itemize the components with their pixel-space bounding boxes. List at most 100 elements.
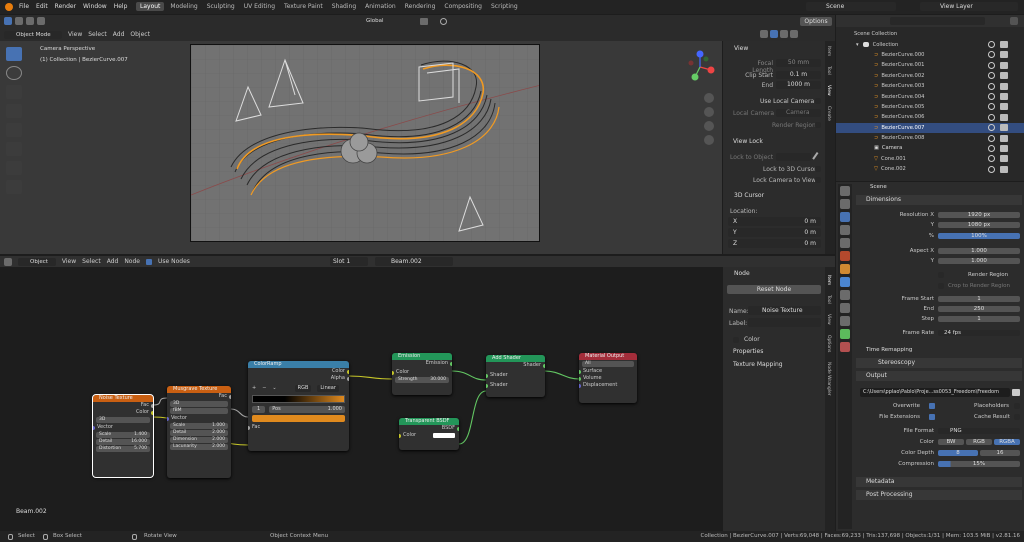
shader-type-selector[interactable]: Object <box>18 257 56 266</box>
camera-render-icon[interactable] <box>1000 103 1008 111</box>
color-checkbox[interactable] <box>733 336 739 343</box>
node-menu-add[interactable]: Add <box>107 258 119 265</box>
view-layer-tab-icon[interactable] <box>840 225 850 235</box>
camera-render-icon[interactable] <box>1000 41 1008 48</box>
cursor-x-field[interactable]: X0 m <box>728 217 821 226</box>
output-path-field[interactable]: C:\Users\pplao\Pablo\Proje...ss0053_Free… <box>860 388 1010 397</box>
node-add-shader[interactable]: Add Shader Shader Shader Shader <box>486 355 545 397</box>
object-tab-icon[interactable] <box>840 264 850 274</box>
texture-mapping-subpanel[interactable]: Texture Mapping <box>733 361 783 368</box>
outliner-item[interactable]: ⊃ BezierCurve.002 <box>836 71 1024 81</box>
outliner-item[interactable]: ⊃ BezierCurve.000 <box>836 50 1024 60</box>
color-swatch[interactable] <box>433 433 455 438</box>
socket[interactable] <box>399 433 401 438</box>
add-stop-icon[interactable]: + <box>252 385 256 392</box>
output-panel-header[interactable]: Output <box>856 371 1022 381</box>
resolution-y-field[interactable]: 1080 px <box>938 222 1020 228</box>
cache-result-checkbox[interactable] <box>1014 414 1020 420</box>
eye-icon[interactable] <box>988 41 995 48</box>
eye-icon[interactable] <box>988 165 995 173</box>
outliner-item[interactable]: ⊃ BezierCurve.008 <box>836 133 1024 143</box>
solid-shading-icon[interactable] <box>770 30 778 38</box>
clip-end-field[interactable]: 1000 m <box>776 81 821 89</box>
frame-rate-dropdown[interactable]: 24 fps <box>938 330 1020 336</box>
tab-modeling[interactable]: Modeling <box>167 2 200 11</box>
socket[interactable] <box>167 416 169 421</box>
proportional-edit-icon[interactable] <box>440 18 447 25</box>
detail-field[interactable]: Detail 2.000 <box>170 430 228 436</box>
options-button[interactable]: Options <box>800 17 832 26</box>
dimension-field[interactable]: Dimension 2.000 <box>170 437 228 443</box>
distortion-field[interactable]: Distortion 5.700 <box>96 446 150 452</box>
menu-window[interactable]: Window <box>83 3 107 10</box>
outliner-item[interactable]: ⊃ BezierCurve.005 <box>836 102 1024 112</box>
color-rgb-button[interactable]: RGB <box>966 439 992 445</box>
tab-layout[interactable]: Layout <box>136 2 165 11</box>
eye-icon[interactable] <box>988 155 995 163</box>
node-color-toggle[interactable]: Color <box>733 336 760 343</box>
modifier-tab-icon[interactable] <box>840 277 850 287</box>
view-lock-header[interactable]: View Lock <box>733 138 763 145</box>
tab-animation[interactable]: Animation <box>362 2 399 11</box>
node-tab-options[interactable]: Options <box>826 335 831 352</box>
lock-to-3d-cursor-checkbox[interactable] <box>815 166 821 172</box>
eye-icon[interactable] <box>988 144 995 152</box>
socket[interactable] <box>392 370 394 375</box>
3d-cursor-header[interactable]: 3D Cursor <box>725 191 823 200</box>
socket[interactable] <box>347 369 349 374</box>
color-rgba-button[interactable]: RGBA <box>994 439 1020 445</box>
render-region-checkbox[interactable] <box>938 272 944 278</box>
material-tab-icon[interactable] <box>840 342 850 352</box>
outliner-item-collection[interactable]: ▾ Collection <box>836 39 1024 49</box>
physics-tab-icon[interactable] <box>840 303 850 313</box>
file-format-dropdown[interactable]: PNG <box>938 428 1020 434</box>
eye-icon[interactable] <box>988 82 995 90</box>
snap-icon[interactable] <box>420 18 428 25</box>
tab-texture-paint[interactable]: Texture Paint <box>281 2 326 11</box>
perspective-toggle-icon[interactable] <box>704 135 714 145</box>
stop-index-field[interactable]: 1 <box>252 406 266 413</box>
camera-render-icon[interactable] <box>1000 51 1008 59</box>
frame-step-field[interactable]: 1 <box>938 316 1020 322</box>
tool-cursor-icon[interactable] <box>6 66 22 80</box>
dimension-dropdown[interactable]: 3D <box>96 417 150 423</box>
outliner-scene-collection[interactable]: Scene Collection <box>836 29 1024 39</box>
mode-selector[interactable]: Object Mode <box>4 30 62 39</box>
wireframe-shading-icon[interactable] <box>760 30 768 38</box>
node-tab-tool[interactable]: Tool <box>826 295 831 304</box>
eye-icon[interactable] <box>988 124 995 132</box>
outliner-item-camera[interactable]: ▣ Camera <box>836 143 1024 153</box>
menu-render[interactable]: Render <box>55 3 76 10</box>
eye-icon[interactable] <box>988 72 995 80</box>
camera-render-icon[interactable] <box>1000 72 1008 80</box>
post-processing-panel-header[interactable]: Post Processing <box>856 490 1022 500</box>
socket[interactable] <box>543 363 545 368</box>
socket[interactable] <box>248 425 250 430</box>
outliner-search-input[interactable] <box>890 17 985 25</box>
menu-help[interactable]: Help <box>114 3 128 10</box>
outliner-item-selected[interactable]: ⊃ BezierCurve.007 <box>836 122 1024 133</box>
node-menu-node[interactable]: Node <box>124 258 140 265</box>
dimensions-panel-header[interactable]: Dimensions <box>856 195 1022 205</box>
scale-field[interactable]: Scale 1.400 <box>96 432 150 438</box>
scene-selector[interactable]: Scene <box>806 2 896 11</box>
outliner-filter-icon[interactable] <box>1010 17 1018 25</box>
camera-view-icon[interactable] <box>704 121 714 131</box>
placeholders-checkbox[interactable] <box>1014 403 1020 409</box>
node-panel-header[interactable]: Node <box>725 269 823 278</box>
eye-icon[interactable] <box>988 113 995 121</box>
tab-uv-editing[interactable]: UV Editing <box>241 2 278 11</box>
lock-camera-to-view-checkbox[interactable] <box>815 177 821 183</box>
camera-render-icon[interactable] <box>1000 144 1008 152</box>
color-mode-dropdown[interactable]: RGB <box>294 385 312 392</box>
output-tab-icon[interactable] <box>840 212 850 222</box>
camera-render-icon[interactable] <box>1000 155 1008 163</box>
node-colorramp[interactable]: ColorRamp Color Alpha + − ⌄ RGB Linear 1… <box>248 361 349 451</box>
navigation-gizmo[interactable] <box>683 50 717 84</box>
outliner-item[interactable]: ▽ Cone.001 <box>836 154 1024 164</box>
eye-icon[interactable] <box>988 134 995 142</box>
socket[interactable] <box>579 369 581 374</box>
clip-start-field[interactable]: 0.1 m <box>776 71 821 79</box>
socket[interactable] <box>151 410 153 415</box>
socket[interactable] <box>579 376 581 381</box>
